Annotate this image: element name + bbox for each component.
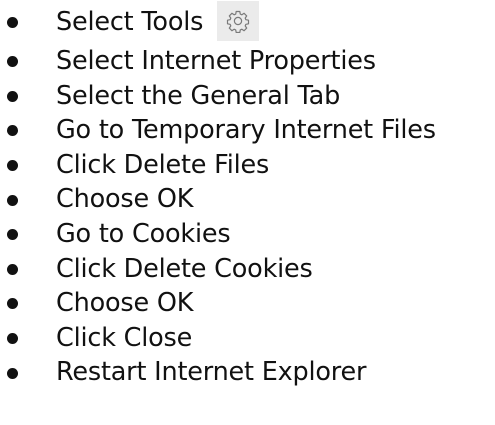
step-label: Go to Temporary Internet Files (56, 115, 436, 146)
bullet (7, 333, 18, 345)
step-label: Click Close (56, 322, 193, 353)
bullet (7, 90, 18, 102)
list-item: Go to Cookies (0, 217, 495, 252)
bullet (7, 160, 18, 172)
step-label: Select Internet Properties (56, 46, 376, 76)
step-text: Select Tools (56, 0, 260, 44)
bullet (7, 229, 18, 241)
list-item: Select Internet Properties (0, 44, 495, 79)
list-item: Choose OK (0, 182, 495, 217)
list-item: Click Close (0, 321, 495, 356)
step-label: Choose OK (56, 288, 194, 319)
step-label: Select Tools (56, 7, 204, 37)
step-label: Go to Cookies (56, 218, 231, 249)
list-item: Choose OK (0, 286, 495, 321)
instruction-list: Select Tools Select Internet Properties … (0, 0, 495, 390)
step-label: Choose OK (56, 184, 194, 215)
step-label: Select the General Tab (56, 80, 341, 111)
list-item: Select Tools (0, 0, 495, 44)
step-label: Click Delete Cookies (56, 253, 313, 284)
bullet (7, 56, 18, 68)
bullet (7, 367, 18, 379)
bullet (7, 263, 18, 275)
step-label: Restart Internet Explorer (56, 357, 367, 388)
list-item: Restart Internet Explorer (0, 355, 495, 390)
bullet (7, 298, 18, 310)
bullet (7, 17, 18, 28)
list-item: Click Delete Cookies (0, 252, 495, 287)
bullet (7, 194, 18, 206)
gear-icon (217, 1, 260, 41)
list-item: Click Delete Files (0, 148, 495, 183)
bullet (7, 125, 18, 137)
step-label: Click Delete Files (56, 149, 270, 180)
list-item: Go to Temporary Internet Files (0, 113, 495, 148)
list-item: Select the General Tab (0, 79, 495, 114)
